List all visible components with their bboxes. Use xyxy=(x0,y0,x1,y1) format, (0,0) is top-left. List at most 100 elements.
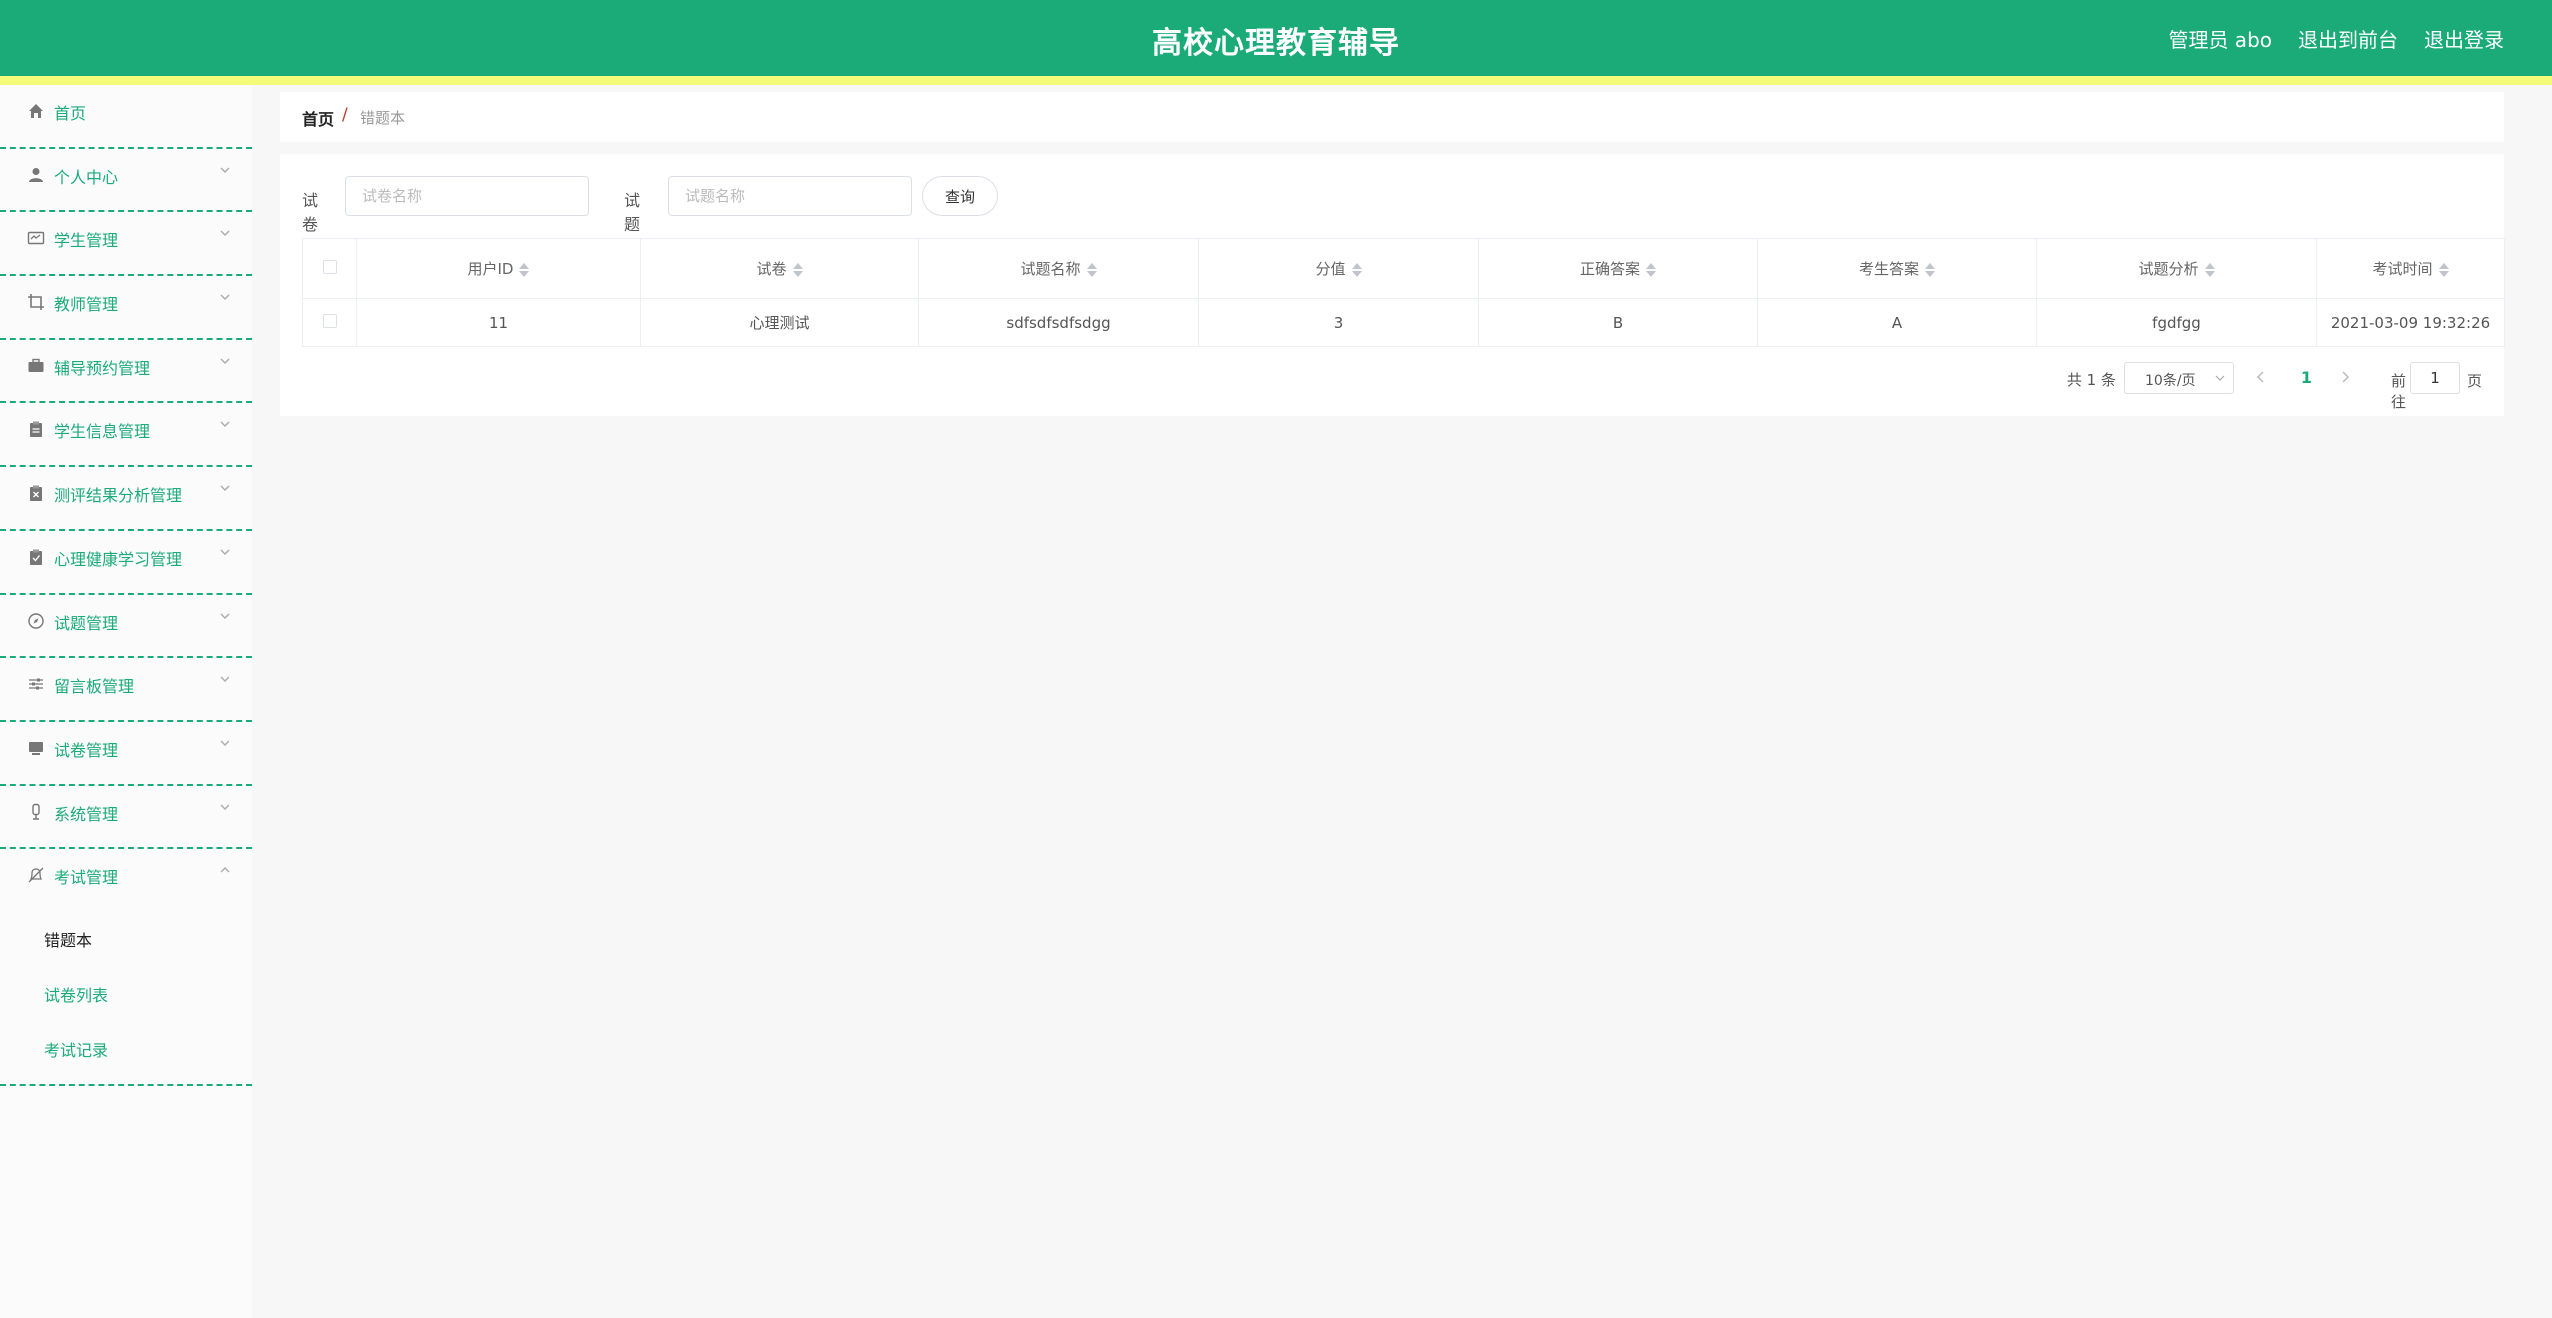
sidebar-item-label: 试卷管理 xyxy=(54,740,119,760)
column-header[interactable]: 正确答案 xyxy=(1478,238,1758,299)
sidebar-item-label: 学生管理 xyxy=(54,231,119,251)
page-size-value: 10条/页 xyxy=(2145,373,2196,389)
exit-to-front-link[interactable]: 退出到前台 xyxy=(2298,24,2398,53)
sidebar-item-questions[interactable]: 试题管理 xyxy=(0,595,252,659)
sidebar-item-assessment[interactable]: 测评结果分析管理 xyxy=(0,467,252,531)
page-number-current[interactable]: 1 xyxy=(2301,368,2312,387)
clipboard-icon xyxy=(26,419,46,439)
chevron-down-icon xyxy=(220,740,230,746)
sidebar: 首页 个人中心 学生管理 教师管理 辅导预约管理 学生信息管理 测评结果分析管理… xyxy=(0,85,252,1318)
column-header[interactable]: 考生答案 xyxy=(1757,238,2037,299)
id-card-icon xyxy=(26,228,46,248)
sidebar-item-exams[interactable]: 考试管理 xyxy=(0,849,252,913)
sidebar-item-label: 系统管理 xyxy=(54,804,119,824)
main-content: 试卷 试题 查询 用户ID 试卷 试题名称 分值 正确答案 考生答案 试题分析 … xyxy=(280,154,2505,416)
sliders-icon xyxy=(26,674,46,694)
next-page-icon[interactable] xyxy=(2338,367,2352,387)
page-size-select[interactable]: 10条/页 xyxy=(2124,362,2234,394)
sidebar-item-student-info[interactable]: 学生信息管理 xyxy=(0,403,252,468)
breadcrumb: 首页 / 错题本 xyxy=(280,92,2504,142)
column-header[interactable]: 试题分析 xyxy=(2036,238,2317,299)
chevron-down-icon xyxy=(2215,375,2225,381)
sidebar-item-home[interactable]: 首页 xyxy=(0,85,252,149)
submenu-item-wrong-book[interactable]: 错题本 xyxy=(0,913,252,968)
table-cell: fgdfgg xyxy=(2036,298,2317,347)
paper-label: 试卷 xyxy=(302,191,319,234)
clipboard-x-icon xyxy=(26,483,46,503)
sidebar-item-label: 首页 xyxy=(54,104,87,123)
column-header[interactable]: 用户ID xyxy=(356,238,641,299)
clipboard-check-icon xyxy=(26,547,46,567)
sort-icon[interactable] xyxy=(1086,262,1097,278)
monitor-icon xyxy=(26,738,46,758)
sidebar-item-label: 留言板管理 xyxy=(54,677,135,697)
chevron-down-icon xyxy=(220,421,230,428)
chevron-up-icon xyxy=(220,867,230,873)
submenu-item-paper-list[interactable]: 试卷列表 xyxy=(0,968,252,1023)
sidebar-item-system[interactable]: 系统管理 xyxy=(0,786,252,850)
sidebar-item-appointments[interactable]: 辅导预约管理 xyxy=(0,340,252,404)
sort-icon[interactable] xyxy=(1925,262,1935,278)
chevron-down-icon xyxy=(220,358,230,364)
header-stripe xyxy=(0,76,2552,85)
sidebar-item-message-board[interactable]: 留言板管理 xyxy=(0,658,252,722)
sort-icon[interactable] xyxy=(2438,262,2449,278)
chevron-down-icon xyxy=(220,167,230,173)
sidebar-item-label: 心理健康学习管理 xyxy=(54,549,183,569)
row-checkbox-cell xyxy=(302,298,357,347)
table-header: 用户ID 试卷 试题名称 分值 正确答案 考生答案 试题分析 考试时间 xyxy=(302,238,2505,299)
header-checkbox-cell xyxy=(302,238,357,299)
sidebar-item-students[interactable]: 学生管理 xyxy=(0,212,252,277)
header-links: 管理员 abo 退出到前台 退出登录 xyxy=(2168,24,2504,53)
column-header[interactable]: 考试时间 xyxy=(2316,238,2505,299)
table-cell: 3 xyxy=(1198,298,1479,347)
user-icon xyxy=(26,165,46,185)
logout-link[interactable]: 退出登录 xyxy=(2424,24,2504,53)
sort-icon[interactable] xyxy=(792,262,803,278)
table-cell: sdfsdfsdfsdgg xyxy=(918,298,1199,347)
breadcrumb-separator: / xyxy=(342,105,348,125)
breadcrumb-home[interactable]: 首页 xyxy=(302,106,334,130)
sidebar-item-label: 考试管理 xyxy=(54,868,119,888)
table-row: 11 心理测试 sdfsdfsdfsdgg 3 B A fgdfgg 2021-… xyxy=(302,298,2505,347)
submenu-item-exam-records[interactable]: 考试记录 xyxy=(0,1023,252,1078)
sidebar-item-label: 试题管理 xyxy=(54,613,119,633)
table-cell: B xyxy=(1478,298,1758,347)
chevron-down-icon xyxy=(220,294,230,301)
user-label: 管理员 abo xyxy=(2168,28,2272,52)
table-cell: 11 xyxy=(356,298,641,347)
briefcase-icon xyxy=(26,356,46,376)
select-all-checkbox[interactable] xyxy=(322,259,337,274)
prev-page-icon[interactable] xyxy=(2254,367,2268,387)
breadcrumb-current: 错题本 xyxy=(360,109,406,127)
column-header[interactable]: 试卷 xyxy=(640,238,919,299)
wrong-answers-table: 用户ID 试卷 试题名称 分值 正确答案 考生答案 试题分析 考试时间 11 心… xyxy=(302,238,2505,347)
sidebar-item-teachers[interactable]: 教师管理 xyxy=(0,276,252,340)
paper-name-input[interactable] xyxy=(345,176,589,216)
question-name-input[interactable] xyxy=(668,176,912,216)
sidebar-item-personal[interactable]: 个人中心 xyxy=(0,149,252,213)
sort-icon[interactable] xyxy=(2204,262,2215,278)
sidebar-item-label: 教师管理 xyxy=(54,295,119,315)
chevron-down-icon xyxy=(220,549,230,555)
sort-icon[interactable] xyxy=(1351,262,1362,278)
table-cell: 心理测试 xyxy=(640,298,919,347)
sidebar-item-label: 辅导预约管理 xyxy=(54,358,151,378)
top-header: 高校心理教育辅导 管理员 abo 退出到前台 退出登录 xyxy=(0,0,2552,76)
total-count: 共 1 条 xyxy=(2066,371,2116,389)
row-checkbox[interactable] xyxy=(322,313,337,328)
question-label: 试题 xyxy=(624,191,641,234)
column-header[interactable]: 分值 xyxy=(1198,238,1479,299)
chevron-down-icon xyxy=(220,676,230,683)
column-header[interactable]: 试题名称 xyxy=(918,238,1199,299)
page-unit-label: 页 xyxy=(2466,372,2482,390)
sort-icon[interactable] xyxy=(1646,262,1656,278)
sidebar-item-papers[interactable]: 试卷管理 xyxy=(0,722,252,786)
table-cell: 2021-03-09 19:32:26 xyxy=(2316,298,2505,347)
sort-icon[interactable] xyxy=(519,262,530,278)
chevron-down-icon xyxy=(220,804,230,810)
sidebar-item-health-learning[interactable]: 心理健康学习管理 xyxy=(0,531,252,595)
chevron-down-icon xyxy=(220,230,230,237)
goto-page-input[interactable] xyxy=(2410,362,2460,394)
search-button[interactable]: 查询 xyxy=(922,176,998,216)
